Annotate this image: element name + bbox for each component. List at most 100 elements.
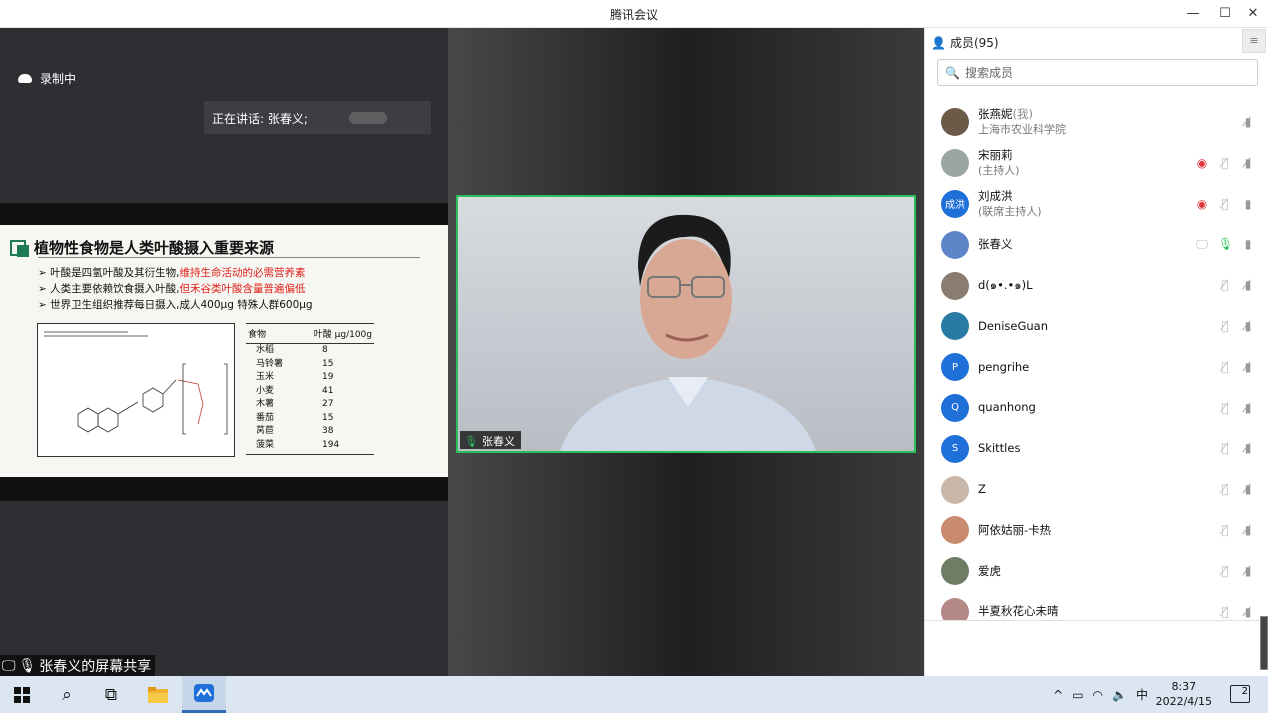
folder-icon (148, 686, 168, 703)
member-row[interactable]: Ppengrihe 🎙̸ ▮̸ (925, 347, 1268, 388)
wifi-icon[interactable]: ◠ (1093, 688, 1103, 702)
member-text: Skittles (978, 441, 1020, 456)
eye-icon[interactable]: ◉ (1195, 156, 1209, 170)
member-row[interactable]: Z 🎙̸ ▮̸ (925, 469, 1268, 510)
eye-icon[interactable]: ◉ (1195, 197, 1209, 211)
video-off-icon[interactable]: ▮̸ (1241, 319, 1255, 333)
member-row[interactable]: Qquanhong 🎙̸ ▮̸ (925, 388, 1268, 429)
member-search-input[interactable] (964, 65, 1245, 80)
maximize-button[interactable]: ☐ (1212, 4, 1238, 24)
mic-off-icon[interactable]: 🎙̸ (1218, 197, 1232, 211)
redacted-icon (349, 112, 387, 124)
video-name-tag: 🎙 张春义 (460, 431, 521, 449)
member-self-tag: (我) (1012, 107, 1033, 122)
video-off-icon[interactable]: ▮̸ (1241, 278, 1255, 292)
tencent-meeting-taskbar-button[interactable] (182, 676, 226, 713)
tencent-meeting-icon (194, 684, 214, 702)
search-taskbar-button[interactable]: ⌕ (45, 676, 89, 713)
notification-center-button[interactable]: 2 (1230, 685, 1250, 703)
video-off-icon[interactable]: ▮̸ (1241, 401, 1255, 415)
video-off-icon[interactable]: ▮̸ (1241, 360, 1255, 374)
member-status-icons: 🎙̸ ▮̸ (1218, 469, 1255, 509)
member-status-icons: 🎙̸ ▮̸ (1218, 592, 1255, 620)
battery-icon[interactable]: ▭ (1072, 688, 1083, 702)
member-row[interactable]: S Skittles 🎙̸ ▮̸ (925, 428, 1268, 469)
avatar: P (941, 353, 969, 382)
mic-off-icon[interactable]: 🎙̸ (1218, 564, 1232, 578)
mic-on-icon: 🎙 (464, 434, 478, 448)
member-status-icons: 🎙̸ ▮̸ (1218, 551, 1255, 591)
video-off-icon[interactable]: ▮̸ (1241, 115, 1255, 129)
member-text: 阿依姑丽-卡热 (978, 523, 1051, 538)
recording-indicator[interactable]: 录制中 (18, 70, 76, 87)
close-button[interactable]: ✕ (1240, 4, 1266, 24)
video-off-icon[interactable]: ▮̸ (1241, 441, 1255, 455)
member-row[interactable]: d(๑•.•๑)L 🎙̸ ▮̸ (925, 265, 1268, 306)
mic-off-icon[interactable]: 🎙̸ (1218, 401, 1232, 415)
speaking-label: 正在讲话: 张春义; (212, 112, 308, 126)
member-text: Z (978, 482, 986, 497)
member-name: 刘成洪 (978, 188, 1013, 203)
member-name: 宋丽莉 (978, 148, 1013, 163)
task-view-button[interactable]: ⧉ (89, 676, 133, 713)
table-row: 木薯 27 (256, 399, 334, 409)
minimize-button[interactable]: — (1180, 4, 1206, 24)
mic-off-icon[interactable]: 🎙̸ (1218, 156, 1232, 170)
member-text: 宋丽莉 (主持人) (978, 148, 1020, 178)
slide-bullet: ➢ 人类主要依赖饮食摄入叶酸,但禾谷类叶酸含量普遍偏低 (38, 283, 306, 295)
member-row[interactable]: DeniseGuan 🎙̸ ▮̸ (925, 306, 1268, 347)
member-row[interactable]: 爱虎 🎙̸ ▮̸ (925, 551, 1268, 592)
members-menu-button[interactable]: ≡ (1242, 29, 1266, 53)
mic-off-icon[interactable]: 🎙̸ (1218, 482, 1232, 496)
member-name: 半夏秋花心未晴 (978, 604, 1059, 619)
member-text: d(๑•.•๑)L (978, 278, 1033, 293)
member-row[interactable]: 半夏秋花心未晴 🎙̸ ▮̸ (925, 592, 1268, 620)
mic-off-icon[interactable]: 🎙̸ (1218, 441, 1232, 455)
video-off-icon[interactable]: ▮̸ (1241, 605, 1255, 619)
screen-share-icon[interactable]: 🖵 (1195, 237, 1209, 252)
system-clock[interactable]: 8:37 2022/4/15 (1156, 679, 1212, 709)
task-view-icon: ⧉ (104, 684, 118, 705)
video-off-icon[interactable]: ▮̸ (1241, 482, 1255, 496)
member-name: pengrihe (978, 359, 1030, 374)
molecule-diagram (44, 331, 228, 435)
member-row[interactable]: 成洪 刘成洪 (联席主持人) ◉ 🎙̸ ▮ (925, 184, 1268, 225)
video-on-icon[interactable]: ▮ (1241, 237, 1255, 251)
recording-label: 录制中 (40, 72, 77, 86)
ime-indicator[interactable]: 中 (1136, 686, 1148, 703)
active-speaker-video[interactable]: 🎙 张春义 (456, 195, 916, 453)
slide-title-text: 植物性食物是人类叶酸摄入重要来源 (34, 239, 275, 257)
member-row[interactable]: 张燕妮(我) 上海市农业科学院 ▮̸ (925, 102, 1268, 143)
member-status-icons: 🖵 🎙 ▮ (1195, 224, 1255, 264)
slide-bullet: ➢ 世界卫生组织推荐每日摄入,成人400μg 特殊人群600μg (38, 299, 313, 311)
mic-off-icon[interactable]: 🎙̸ (1218, 523, 1232, 537)
video-on-icon[interactable]: ▮ (1241, 197, 1255, 211)
avatar (941, 516, 969, 545)
member-row[interactable]: 张春义 🖵 🎙 ▮ (925, 224, 1268, 265)
mic-off-icon[interactable]: 🎙̸ (1218, 360, 1232, 374)
slide-title: 植物性食物是人类叶酸摄入重要来源 (10, 237, 274, 258)
tray-chevron-icon[interactable]: ^ (1053, 688, 1063, 702)
member-text: 半夏秋花心未晴 (978, 604, 1059, 619)
avatar (941, 312, 969, 341)
mic-off-icon[interactable]: 🎙̸ (1218, 278, 1232, 292)
mic-off-icon[interactable]: 🎙̸ (1218, 605, 1232, 619)
screen-share-view[interactable]: 录制中 正在讲话: 张春义; 植物性食物是人类叶酸摄入重要来源 ➢ 叶酸是四氢叶… (0, 28, 448, 676)
file-explorer-button[interactable] (136, 676, 180, 713)
member-status-icons: 🎙̸ ▮̸ (1218, 265, 1255, 305)
members-list[interactable]: 张燕妮(我) 上海市农业科学院 ▮̸ 宋丽莉 (主持人) ◉ 🎙̸ ▮̸ 成洪 刘成洪 (联席主持人… (925, 102, 1268, 620)
member-row[interactable]: 宋丽莉 (主持人) ◉ 🎙̸ ▮̸ (925, 143, 1268, 184)
mic-off-icon[interactable]: 🎙̸ (1218, 319, 1232, 333)
avatar (941, 271, 969, 300)
mic-on-icon[interactable]: 🎙 (1218, 237, 1233, 251)
start-button[interactable] (0, 676, 44, 713)
video-off-icon[interactable]: ▮̸ (1241, 523, 1255, 537)
video-off-icon[interactable]: ▮̸ (1241, 564, 1255, 578)
avatar: 成洪 (941, 189, 969, 218)
screen-share-icon: 🖵 (2, 658, 16, 674)
member-search[interactable]: 🔍 (937, 59, 1258, 86)
member-row[interactable]: 阿依姑丽-卡热 🎙̸ ▮̸ (925, 510, 1268, 551)
video-off-icon[interactable]: ▮̸ (1241, 156, 1255, 170)
folate-table: 食物 叶酸 μg/100g 水稻 8 马铃薯 15 玉米 19 小麦 41 木薯 27 番… (246, 323, 374, 455)
volume-icon[interactable]: 🔈 (1112, 688, 1127, 702)
